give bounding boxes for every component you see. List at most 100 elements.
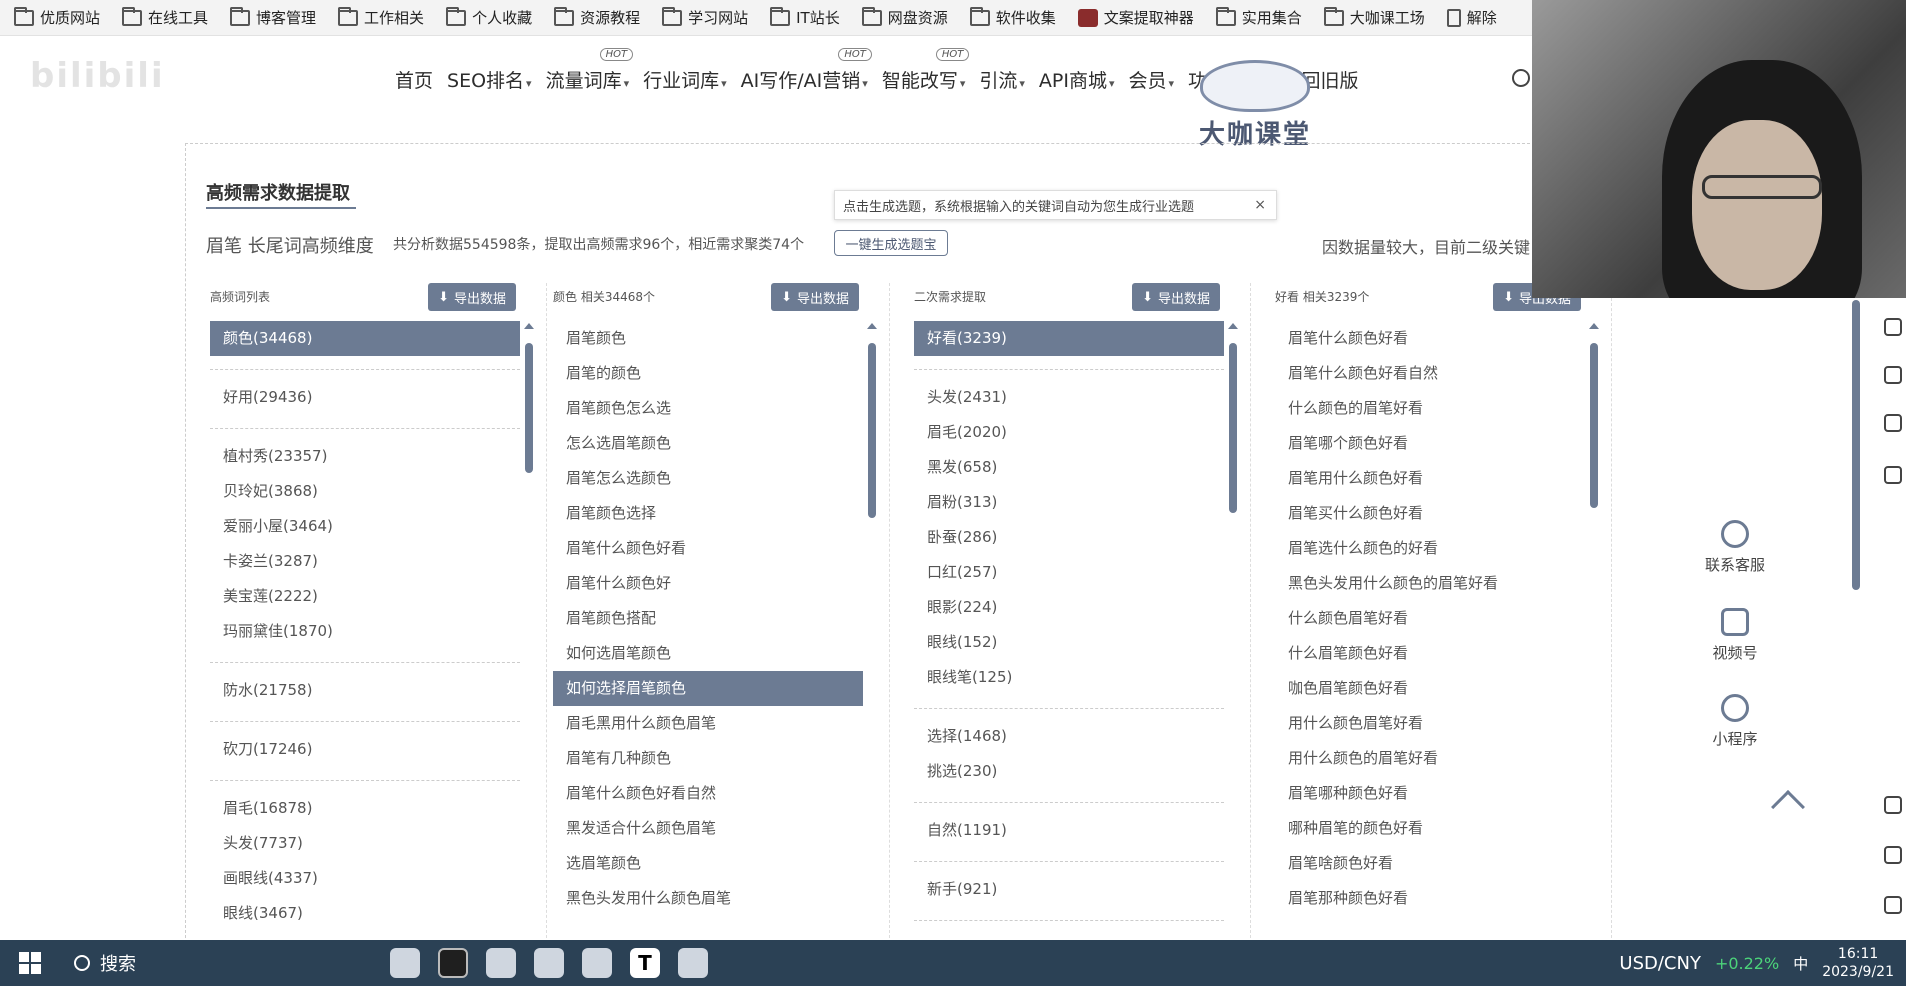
list-item[interactable]: 美宝莲(2222) [210,579,520,614]
contact-support[interactable]: 联系客服 [1660,520,1810,575]
list-item[interactable]: 怎么选眉笔颜色 [553,426,863,461]
column-scrollbar[interactable] [525,343,533,473]
bookmark-item[interactable]: 学习网站 [662,6,748,28]
list-item[interactable]: 眉毛(16878) [210,791,520,826]
list-item[interactable]: 黑色头发用什么颜色的眉笔好看 [1275,566,1585,601]
export-data-button[interactable]: ⬇ 导出数据 [428,283,516,311]
nav-item[interactable]: AI写作/AI营销 ▾ HOT [741,48,872,93]
list-item[interactable]: 如何选眉笔颜色 [553,636,863,671]
list-item[interactable]: 眉笔啥颜色好看 [1275,846,1585,881]
list-item[interactable]: 眉笔颜色怎么选 [553,391,863,426]
nav-item[interactable]: SEO排名 ▾ [447,66,532,93]
list-item[interactable]: 什么颜色眉笔好看 [1275,601,1585,636]
bookmark-item[interactable]: 工作相关 [338,6,424,28]
taskbar-app-edge[interactable] [438,948,468,978]
taskbar-app-monitor[interactable] [678,948,708,978]
external-link-icon[interactable] [1884,846,1902,864]
list-item[interactable]: 眉笔颜色选择 [553,496,863,531]
list-item[interactable]: 颜色(34468) [210,321,520,356]
list-item[interactable]: 眉笔哪个颜色好看 [1275,426,1585,461]
settings-icon[interactable] [1884,414,1902,432]
list-item[interactable]: 口红(257) [914,555,1224,590]
scroll-up-icon[interactable] [1228,323,1238,329]
list-item[interactable]: 自然(1191) [914,813,1224,848]
list-item[interactable]: 黑发(658) [914,450,1224,485]
page-scrollbar[interactable] [1852,300,1860,590]
refresh-icon[interactable] [1884,318,1902,336]
list-item[interactable]: 头发(7737) [210,826,520,861]
taskbar-app-chart[interactable] [534,948,564,978]
list-item[interactable]: 选择(1468) [914,719,1224,754]
list-item[interactable]: 眉笔颜色 [553,321,863,356]
nav-item[interactable]: API商城 ▾ [1039,66,1115,93]
list-item[interactable]: 眉笔有几种颜色 [553,741,863,776]
export-data-button[interactable]: ⬇ 导出数据 [771,283,859,311]
list-item[interactable]: 眉笔什么颜色好 [553,566,863,601]
bookmark-item[interactable]: 网盘资源 [861,6,948,28]
nav-item[interactable]: 流量词库 ▾ HOT [546,48,634,93]
taskbar-app-typora[interactable]: T [630,948,660,978]
bookmark-item[interactable]: 软件收集 [969,6,1056,28]
taskbar-app-flower[interactable] [582,948,612,978]
list-item[interactable]: 卧蚕(286) [914,520,1224,555]
close-icon[interactable]: × [1254,197,1266,213]
list-item[interactable]: 眉毛(2020) [914,415,1224,450]
list-item[interactable]: 咖色眉笔颜色好看 [1275,671,1585,706]
bookmark-item[interactable]: 优质网站 [14,6,100,28]
list-item[interactable]: 眼线(152) [914,625,1224,660]
video-account[interactable]: 视频号 [1660,608,1810,663]
bookmark-item[interactable]: 资源教程 [554,6,640,28]
mini-program[interactable]: 小程序 [1660,694,1810,749]
nav-item[interactable]: 引流 ▾ [979,66,1025,93]
list-item[interactable]: 用什么颜色的眉笔好看 [1275,741,1585,776]
list-item[interactable]: 植村秀(23357) [210,439,520,474]
list-item[interactable]: 眉笔什么颜色好看 [1275,321,1585,356]
list-item[interactable]: 眼线笔(125) [914,660,1224,695]
gear-icon[interactable] [1884,896,1902,914]
nav-item[interactable]: 智能改写 ▾ HOT [882,48,970,93]
bookmark-item[interactable]: 解除 [1446,7,1497,28]
list-item[interactable]: 头发(2431) [914,380,1224,415]
list-item[interactable]: 好看(3239) [914,321,1224,356]
export-data-button[interactable]: ⬇ 导出数据 [1132,283,1220,311]
list-item[interactable]: 玛丽黛佳(1870) [210,614,520,649]
list-item[interactable]: 卡姿兰(3287) [210,544,520,579]
list-item[interactable]: 用什么颜色眉笔好看 [1275,706,1585,741]
screenshot-icon[interactable] [1884,366,1902,384]
taskbar-search[interactable]: 搜索 [60,940,330,986]
scroll-up-icon[interactable] [867,323,877,329]
list-item[interactable]: 眉毛黑用什么颜色眉笔 [553,706,863,741]
list-item[interactable]: 画眼线(4337) [210,861,520,896]
start-button[interactable] [0,940,60,986]
list-item[interactable]: 砍刀(17246) [210,732,520,767]
list-item[interactable]: 什么眉笔颜色好看 [1275,636,1585,671]
taskbar-app-notes[interactable] [486,948,516,978]
list-item[interactable]: 眉笔选什么颜色的好看 [1275,531,1585,566]
clock[interactable]: 16:11 2023/9/21 [1822,945,1894,981]
list-item[interactable]: 眉笔什么颜色好看自然 [1275,356,1585,391]
list-item[interactable]: 贝玲妃(3868) [210,474,520,509]
list-item[interactable]: 选眉笔颜色 [553,846,863,881]
bookmark-item[interactable]: 在线工具 [122,6,208,28]
list-item[interactable]: 眼线(3467) [210,896,520,931]
column-scrollbar[interactable] [1590,343,1598,508]
bookmark-item[interactable]: IT站长 [770,6,840,28]
list-item[interactable]: 好用(29436) [210,380,520,415]
list-item[interactable]: 眉笔颜色搭配 [553,601,863,636]
list-item[interactable]: 眉笔什么颜色好看 [553,531,863,566]
list-item[interactable]: 眉笔哪种颜色好看 [1275,776,1585,811]
list-item[interactable]: 黑色头发用什么颜色眉笔 [553,881,863,916]
list-item[interactable]: 哪种眉笔的颜色好看 [1275,811,1585,846]
list-item[interactable]: 眉笔买什么颜色好看 [1275,496,1585,531]
nav-item[interactable]: 首页 [395,66,433,93]
bookmark-item[interactable]: 实用集合 [1215,6,1302,28]
bookmark-item[interactable]: 文案提取神器 [1077,7,1194,28]
list-item[interactable]: 眉笔怎么选颜色 [553,461,863,496]
list-item[interactable]: 如何选择眉笔颜色 [553,671,863,706]
list-item[interactable]: 眉粉(313) [914,485,1224,520]
list-item[interactable]: 眉笔用什么颜色好看 [1275,461,1585,496]
list-item[interactable]: 挑选(230) [914,754,1224,789]
bookmark-item[interactable]: 大咖课工场 [1323,6,1425,28]
currency-ticker[interactable]: USD/CNY [1619,953,1701,974]
bookmark-item[interactable]: 博客管理 [230,6,316,28]
